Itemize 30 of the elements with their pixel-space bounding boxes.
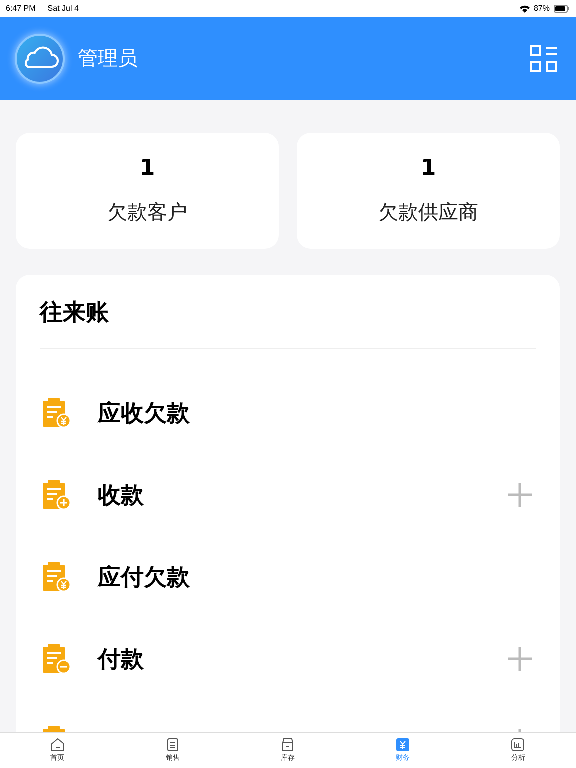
summary-count: 1 bbox=[140, 156, 156, 181]
ledger-item[interactable]: 应付欠款 bbox=[98, 562, 190, 592]
bar-chart-icon bbox=[511, 738, 526, 752]
panel-title: 往来账 bbox=[40, 299, 110, 328]
battery-percent: 87% bbox=[534, 4, 550, 13]
summary-card[interactable]: 1 欠款供应商 bbox=[297, 133, 560, 249]
clipboard-icon bbox=[43, 398, 71, 428]
add-icon[interactable] bbox=[508, 647, 532, 671]
summary-label: 欠款客户 bbox=[108, 199, 188, 226]
yen-icon bbox=[396, 738, 410, 752]
wifi-icon bbox=[520, 4, 530, 12]
archive-box-icon bbox=[281, 738, 295, 752]
clipboard-icon bbox=[43, 562, 71, 592]
clipboard-icon bbox=[43, 480, 71, 510]
add-icon[interactable] bbox=[508, 483, 532, 507]
clipboard-icon bbox=[43, 644, 71, 674]
ledger-item[interactable]: 应收欠款 bbox=[98, 398, 190, 428]
document-icon bbox=[166, 738, 180, 752]
ledger-item[interactable]: 收款 bbox=[98, 480, 144, 510]
summary-card[interactable]: 1 欠款客户 bbox=[16, 133, 279, 249]
header-title: 管理员 bbox=[78, 45, 138, 72]
home-icon bbox=[50, 738, 65, 752]
grid-menu-icon[interactable] bbox=[530, 44, 558, 72]
battery-icon bbox=[554, 4, 570, 12]
status-date: Sat Jul 4 bbox=[48, 4, 79, 13]
cloud-avatar-icon[interactable] bbox=[14, 32, 66, 84]
summary-label: 欠款供应商 bbox=[378, 199, 478, 226]
status-time: 6:47 PM bbox=[6, 4, 36, 13]
summary-count: 1 bbox=[420, 156, 436, 181]
ledger-item[interactable]: 付款 bbox=[98, 644, 144, 674]
